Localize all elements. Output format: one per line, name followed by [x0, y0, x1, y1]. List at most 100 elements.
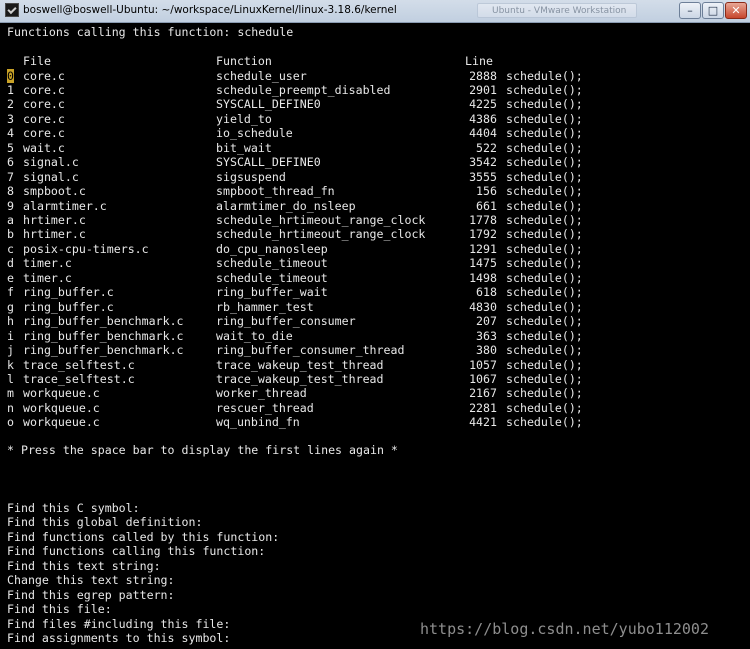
result-function: ring_buffer_consumer_thread — [216, 343, 405, 358]
result-line-number: 363 — [476, 328, 497, 343]
result-file: timer.c — [23, 256, 72, 271]
result-row[interactable]: j ring_buffer_benchmark.c ring_buffer_cons… — [7, 343, 707, 358]
result-row[interactable]: 3 core.c yield_to 4386 schedule(); — [7, 112, 707, 127]
result-line-number: 661 — [476, 198, 497, 213]
result-row[interactable]: 2 core.c SYSCALL_DEFINE0 4225 schedule(); — [7, 97, 707, 112]
result-row[interactable]: 8 smpboot.c smpboot_thread_fn 156 schedule()… — [7, 184, 707, 199]
result-row[interactable]: o workqueue.c wq_unbind_fn 4421 schedule(); — [7, 415, 707, 430]
find-menu-item[interactable]: Find this text string: — [7, 559, 161, 574]
result-key: 9 — [7, 198, 14, 213]
result-line-number: 156 — [476, 184, 497, 199]
result-file: wait.c — [23, 140, 65, 155]
find-menu-item[interactable]: Change this text string: — [7, 573, 175, 588]
result-key: 1 — [7, 82, 14, 97]
result-code: schedule(); — [506, 415, 583, 430]
result-function: schedule_timeout — [216, 256, 328, 271]
result-row[interactable]: f ring_buffer.c ring_buffer_wait 618 schedul… — [7, 285, 707, 300]
result-key: 4 — [7, 126, 14, 141]
result-file: core.c — [23, 97, 65, 112]
result-code: schedule(); — [506, 241, 583, 256]
result-function: worker_thread — [216, 386, 307, 401]
result-row[interactable]: g ring_buffer.c rb_hammer_test 4830 schedule… — [7, 300, 707, 315]
result-line-number: 2901 — [469, 82, 497, 97]
result-file: ring_buffer_benchmark.c — [23, 314, 184, 329]
result-key: 7 — [7, 169, 14, 184]
result-row[interactable]: 1 core.c schedule_preempt_disabled 2901 sche… — [7, 83, 707, 98]
result-file: workqueue.c — [23, 400, 100, 415]
maximize-button[interactable]: □ — [702, 2, 724, 19]
result-function: ring_buffer_consumer — [216, 314, 356, 329]
result-row[interactable]: i ring_buffer_benchmark.c wait_to_die 363 sc… — [7, 329, 707, 344]
result-key: l — [7, 371, 14, 386]
result-file: ring_buffer.c — [23, 285, 114, 300]
find-menu-item[interactable]: Find this global definition: — [7, 515, 202, 530]
result-row[interactable]: 4 core.c io_schedule 4404 schedule(); — [7, 126, 707, 141]
result-function: rescuer_thread — [216, 400, 314, 415]
result-line-number: 3555 — [469, 169, 497, 184]
window-title: boswell@boswell-Ubuntu: ~/workspace/Linu… — [23, 4, 397, 16]
minimize-button[interactable]: – — [679, 2, 701, 19]
close-button[interactable]: ✕ — [725, 2, 747, 19]
result-code: schedule(); — [506, 198, 583, 213]
result-row[interactable]: e timer.c schedule_timeout 1498 schedule(); — [7, 271, 707, 286]
result-code: schedule(); — [506, 328, 583, 343]
result-code: schedule(); — [506, 343, 583, 358]
result-key: d — [7, 256, 14, 271]
result-function: io_schedule — [216, 126, 293, 141]
result-key: k — [7, 357, 14, 372]
result-key: a — [7, 213, 14, 227]
title-bar[interactable]: boswell@boswell-Ubuntu: ~/workspace/Linu… — [0, 0, 750, 23]
result-line-number: 3542 — [469, 155, 497, 170]
result-code: schedule(); — [506, 126, 583, 141]
find-menu-item[interactable]: Find assignments to this symbol: — [7, 631, 230, 646]
result-row[interactable]: b hrtimer.c schedule_hrtimeout_range_clock… — [7, 227, 707, 242]
result-file: core.c — [23, 82, 65, 97]
terminal-output[interactable]: Functions calling this function: schedul… — [0, 23, 750, 649]
result-code: schedule(); — [506, 314, 583, 329]
find-menu-item[interactable]: Find files #including this file: — [7, 617, 230, 632]
result-row[interactable]: 7 signal.c sigsuspend 3555 schedule(); — [7, 170, 707, 185]
result-code: schedule(); — [506, 386, 583, 401]
result-function: do_cpu_nanosleep — [216, 241, 328, 256]
result-function: wait_to_die — [216, 328, 293, 343]
terminal-icon — [5, 3, 19, 17]
background-window-title[interactable]: Ubuntu - VMware Workstation — [477, 3, 637, 18]
result-code: schedule(); — [506, 270, 583, 285]
result-code: schedule(); — [506, 111, 583, 126]
result-row[interactable]: l trace_selftest.c trace_wakeup_test_threa… — [7, 372, 707, 387]
result-code: schedule(); — [506, 97, 583, 112]
find-menu-item[interactable]: Find functions calling this function: — [7, 544, 265, 559]
result-function: schedule_user — [216, 68, 307, 83]
result-file: smpboot.c — [23, 184, 86, 199]
result-file: workqueue.c — [23, 386, 100, 401]
find-menu-item[interactable]: Find this file: — [7, 602, 112, 617]
result-row[interactable]: 9 alarmtimer.c alarmtimer_do_nsleep 661 sche… — [7, 199, 707, 214]
result-key: f — [7, 285, 14, 300]
column-header-function: Function — [216, 54, 272, 68]
result-code: schedule(); — [506, 68, 583, 83]
result-row[interactable]: 0 core.c schedule_user 2888 schedule(); — [7, 68, 707, 83]
result-file: core.c — [23, 68, 65, 83]
result-key: h — [7, 314, 14, 329]
result-line-number: 522 — [476, 140, 497, 155]
result-file: alarmtimer.c — [23, 198, 107, 213]
result-row[interactable]: c posix-cpu-timers.c do_cpu_nanosleep 1291 s… — [7, 242, 707, 257]
result-function: trace_wakeup_test_thread — [216, 371, 384, 386]
result-row[interactable]: m workqueue.c worker_thread 2167 schedule(); — [7, 386, 707, 401]
result-row[interactable]: 6 signal.c SYSCALL_DEFINE0 3542 schedule(); — [7, 155, 707, 170]
find-menu-item[interactable]: Find this egrep pattern: — [7, 588, 175, 603]
space-bar-message: * Press the space bar to display the fir… — [7, 443, 398, 457]
result-row[interactable]: k trace_selftest.c trace_wakeup_test_threa… — [7, 358, 707, 373]
result-row[interactable]: d timer.c schedule_timeout 1475 schedule(); — [7, 256, 707, 271]
find-menu-item[interactable]: Find this C symbol: — [7, 501, 140, 516]
result-code: schedule(); — [506, 400, 583, 415]
find-menu-item[interactable]: Find functions called by this function: — [7, 530, 279, 545]
result-key: j — [7, 343, 14, 358]
result-row[interactable]: h ring_buffer_benchmark.c ring_buffer_cons… — [7, 314, 707, 329]
result-code: schedule(); — [506, 169, 583, 184]
result-code: schedule(); — [506, 82, 583, 97]
result-row[interactable]: 5 wait.c bit_wait 522 schedule(); — [7, 141, 707, 156]
result-row[interactable]: a hrtimer.c schedule_hrtimeout_range_clock… — [7, 213, 707, 228]
result-row[interactable]: n workqueue.c rescuer_thread 2281 schedule()… — [7, 401, 707, 416]
column-header-line: Line — [465, 54, 493, 68]
